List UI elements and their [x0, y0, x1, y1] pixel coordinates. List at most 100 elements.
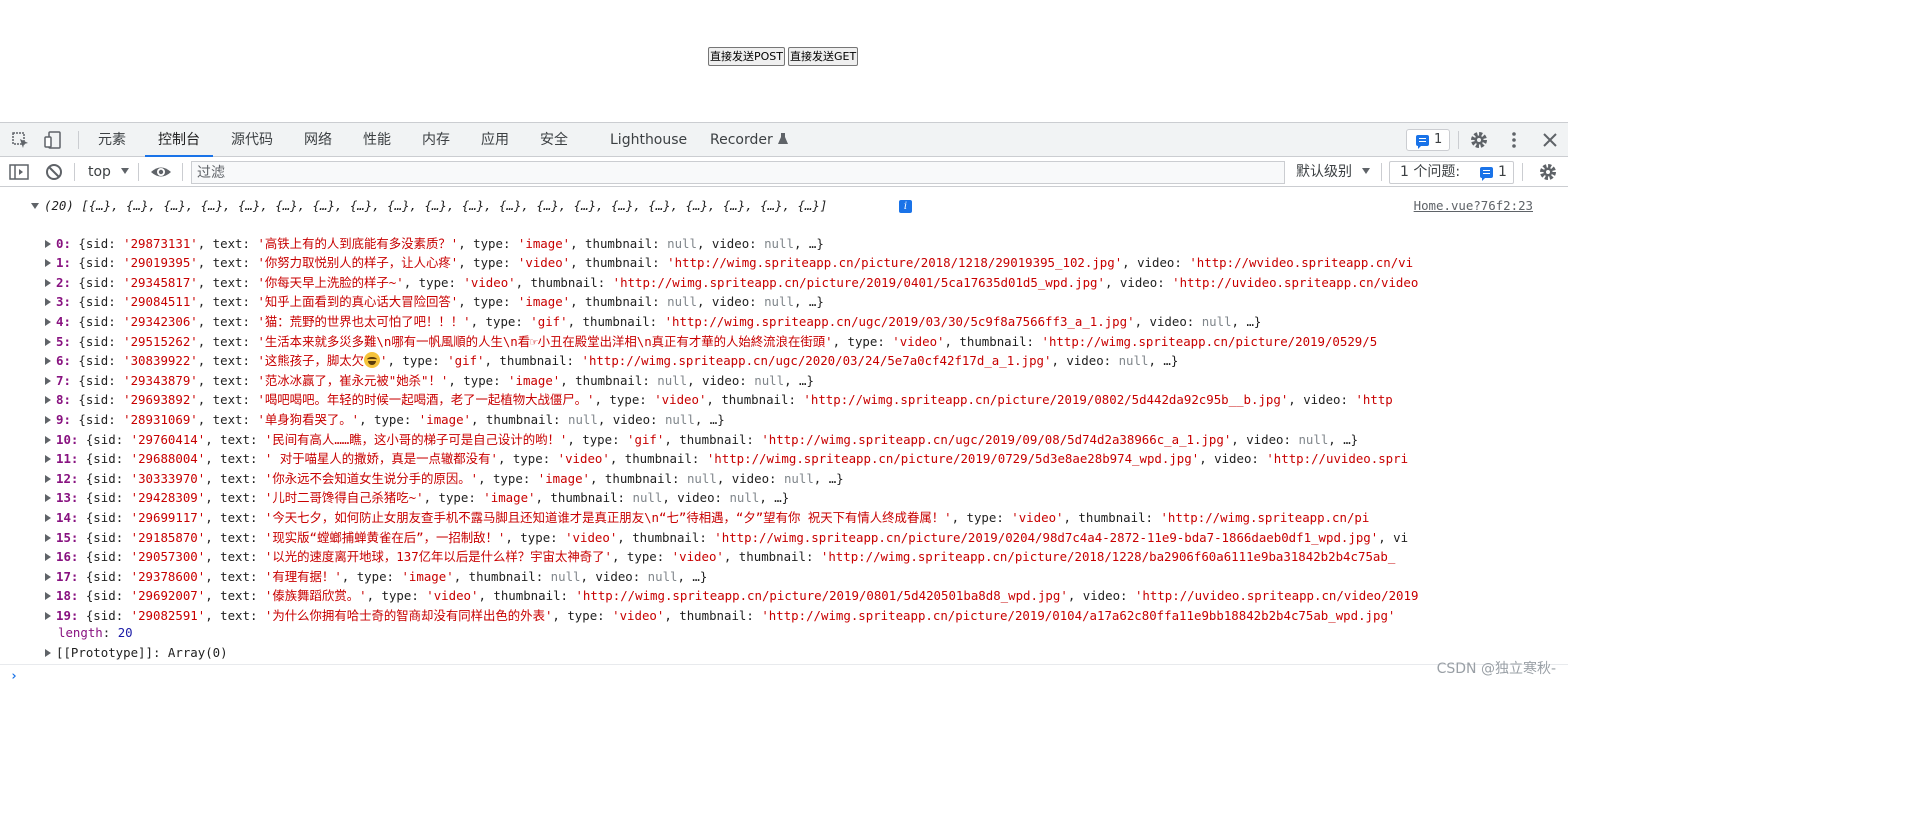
send-post-button[interactable]: 直接发送POST: [708, 47, 785, 66]
row-video: null: [729, 490, 760, 506]
tab-security[interactable]: 安全: [540, 123, 568, 157]
punct: , thumbnail:: [570, 294, 668, 310]
sidebar-toggle-icon[interactable]: [9, 163, 29, 181]
row-type: 'image': [483, 490, 536, 506]
tab-lighthouse[interactable]: Lighthouse: [610, 123, 687, 157]
punct: , thumbnail:: [570, 255, 668, 271]
triangle-right-icon: [45, 396, 51, 405]
length-key: length: [58, 625, 103, 640]
tab-memory[interactable]: 内存: [422, 123, 450, 157]
punct: , text:: [205, 470, 265, 486]
array-item-row[interactable]: 6: {sid: '30839922', text: '这熊孩子，脚太欠 ', t…: [0, 351, 1568, 371]
punct: , type:: [403, 274, 464, 290]
devtools-tab-bar: 元素 控制台 源代码 网络 性能 内存 应用 安全 Lighthouse Rec…: [0, 123, 1568, 157]
tab-performance[interactable]: 性能: [363, 123, 391, 157]
array-item-row[interactable]: 8: {sid: '29693892', text: '喝吧喝吧。年轻的时候一起…: [0, 390, 1568, 410]
punct: , video:: [662, 490, 730, 506]
row-type: 'video': [517, 255, 571, 271]
array-item-row[interactable]: 2: {sid: '29345817', text: '你每天早上洗脸的样子~'…: [0, 273, 1568, 293]
array-item-row[interactable]: 17: {sid: '29378600', text: '有理有据！', typ…: [0, 567, 1568, 587]
row-index: 12:: [56, 470, 79, 486]
tab-sources[interactable]: 源代码: [231, 123, 273, 157]
row-content: 4: {sid: '29342306', text: '猫：荒野的世界也太可怕了…: [45, 312, 1541, 332]
punct: {sid:: [70, 274, 124, 290]
punct: {sid:: [78, 568, 131, 584]
triangle-right-icon: [45, 435, 51, 444]
array-item-row[interactable]: 15: {sid: '29185870', text: '现实版“螳螂捕蝉黄雀在…: [0, 528, 1568, 548]
array-item-row[interactable]: 16: {sid: '29057300', text: '以光的速度离开地球，1…: [0, 547, 1568, 567]
punct: , video:: [1051, 353, 1119, 369]
array-item-row[interactable]: 5: {sid: '29515262', text: '生活本来就多災多難\n哪…: [0, 332, 1568, 352]
log-level-dropdown[interactable]: 默认级别: [1296, 158, 1371, 187]
array-item-row[interactable]: 13: {sid: '29428309', text: '儿时二哥馋得自己杀猪吃…: [0, 488, 1568, 508]
row-content: 8: {sid: '29693892', text: '喝吧喝吧。年轻的时候一起…: [45, 390, 1541, 410]
row-video: null: [764, 235, 794, 251]
source-link[interactable]: Home.vue?76f2:23: [1414, 196, 1533, 216]
row-thumbnail: 'http://wimg.spriteapp.cn/picture/2019/0…: [1041, 333, 1378, 349]
array-expand-toggle[interactable]: [31, 196, 44, 216]
row-type: 'video': [1011, 509, 1064, 525]
array-item-row[interactable]: 9: {sid: '28931069', text: '单身狗看哭了。', ty…: [0, 410, 1568, 430]
array-item-row[interactable]: 11: {sid: '29688004', text: ' 对于喵星人的撒娇，真…: [0, 449, 1568, 469]
row-sid: '28931069': [123, 411, 198, 427]
punct: , type:: [552, 607, 613, 623]
close-icon[interactable]: [1540, 131, 1560, 149]
console-settings-gear-icon[interactable]: [1538, 163, 1558, 181]
row-text: '知乎上面看到的真心话大冒险回答': [257, 294, 459, 310]
row-thumbnail: null: [686, 470, 717, 486]
array-item-row[interactable]: 3: {sid: '29084511', text: '知乎上面看到的真心话大冒…: [0, 292, 1568, 312]
settings-gear-icon[interactable]: [1469, 131, 1489, 149]
console-filter-input[interactable]: [191, 161, 1285, 184]
row-tail: , …}: [1231, 313, 1262, 329]
triangle-right-icon: [45, 337, 51, 346]
row-content: 14: {sid: '29699117', text: '今天七夕，如何防止女朋…: [45, 508, 1541, 528]
punct: {sid:: [70, 411, 124, 427]
row-thumbnail: null: [632, 490, 663, 506]
array-item-row[interactable]: 12: {sid: '30333970', text: '你永远不会知道女生说分…: [0, 469, 1568, 489]
page-content: 直接发送POST 直接发送GET: [0, 0, 1568, 122]
row-text: '高铁上有的人到底能有多没素质？': [257, 235, 459, 251]
tab-recorder[interactable]: Recorder: [710, 123, 788, 157]
live-expression-eye-icon[interactable]: [150, 163, 171, 181]
punct: , thumbnail:: [706, 392, 804, 408]
prototype-property[interactable]: [[Prototype]]: Array(0): [0, 643, 1568, 663]
array-item-row[interactable]: 1: {sid: '29019395', text: '你努力取悦别人的样子，让…: [0, 253, 1568, 273]
tab-console[interactable]: 控制台: [145, 123, 213, 157]
row-sid: '29185870': [130, 529, 206, 545]
punct: , thumbnail:: [471, 411, 568, 427]
row-text: '你努力取悦别人的样子，让人心疼': [257, 255, 459, 271]
row-sid: '29082591': [130, 607, 206, 623]
tab-application[interactable]: 应用: [481, 123, 509, 157]
console-toolbar: top 默认级别 1 个问题: 1: [0, 158, 1568, 187]
punct: , video:: [1199, 451, 1267, 467]
device-toolbar-icon[interactable]: [43, 131, 63, 149]
row-video: null: [664, 411, 695, 427]
clear-console-icon[interactable]: [44, 163, 64, 181]
row-index: 4:: [56, 313, 71, 329]
tab-network[interactable]: 网络: [304, 123, 332, 157]
punct: , type:: [341, 568, 402, 584]
array-item-row[interactable]: 0: {sid: '29873131', text: '高铁上有的人到底能有多没…: [0, 234, 1568, 254]
array-item-row[interactable]: 18: {sid: '29692007', text: '傣族舞蹈欣赏。', t…: [0, 586, 1568, 606]
triangle-right-icon: [45, 494, 51, 503]
divider: [78, 131, 79, 149]
tab-elements[interactable]: 元素: [98, 123, 126, 157]
array-item-row[interactable]: 7: {sid: '29343879', text: '范冰冰赢了，崔永元被"她…: [0, 371, 1568, 391]
row-text: '有理有据！': [264, 568, 342, 584]
length-property: length: 20: [58, 625, 133, 640]
context-selector[interactable]: top: [88, 158, 130, 187]
send-get-button[interactable]: 直接发送GET: [788, 47, 859, 66]
issues-badge[interactable]: 1: [1406, 129, 1450, 151]
array-item-row[interactable]: 10: {sid: '29760414', text: '民间有高人……瞧，这小…: [0, 430, 1568, 450]
array-item-row[interactable]: 14: {sid: '29699117', text: '今天七夕，如何防止女朋…: [0, 508, 1568, 528]
inspect-element-icon[interactable]: [11, 131, 31, 149]
issues-counter-button[interactable]: 1 个问题: 1: [1389, 161, 1514, 184]
array-item-row[interactable]: 4: {sid: '29342306', text: '猫：荒野的世界也太可怕了…: [0, 312, 1568, 332]
row-content: 9: {sid: '28931069', text: '单身狗看哭了。', ty…: [45, 410, 1541, 430]
console-prompt[interactable]: ›: [0, 664, 1568, 687]
info-icon[interactable]: i: [899, 200, 912, 213]
row-video: null: [783, 470, 814, 486]
triangle-right-icon: [45, 533, 51, 542]
more-options-icon[interactable]: [1504, 131, 1524, 149]
punct: , video:: [597, 411, 665, 427]
